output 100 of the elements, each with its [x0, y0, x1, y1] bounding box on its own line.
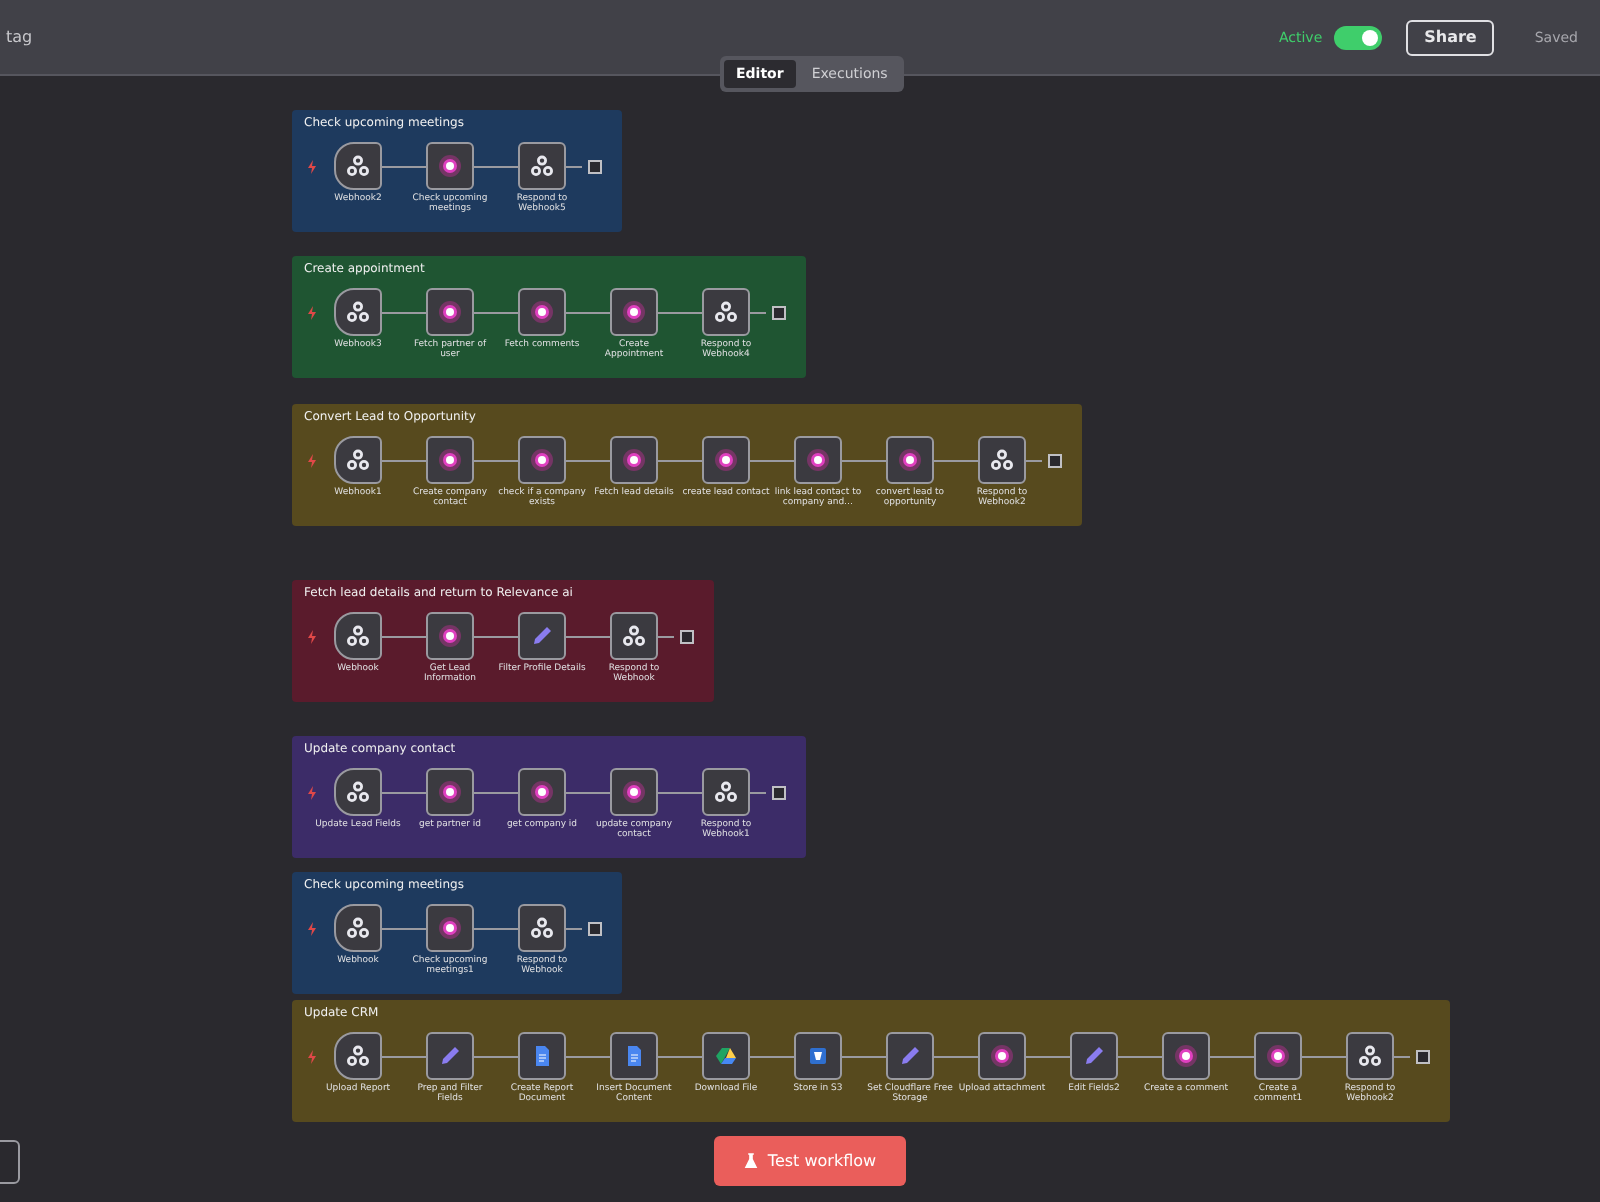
glowing-dot-icon — [438, 300, 462, 324]
add-node-handle[interactable] — [588, 922, 602, 936]
workflow-node[interactable] — [426, 612, 474, 660]
webhook-icon — [714, 780, 738, 804]
workflow-node[interactable] — [334, 1032, 382, 1080]
workflow-node[interactable] — [518, 1032, 566, 1080]
workflow-node[interactable] — [794, 1032, 842, 1080]
glowing-dot-icon — [622, 448, 646, 472]
workflow-node[interactable] — [426, 904, 474, 952]
workflow-node[interactable] — [334, 768, 382, 816]
trigger-icon — [308, 630, 316, 644]
glowing-dot-icon — [438, 624, 462, 648]
glowing-dot-icon — [438, 154, 462, 178]
glowing-dot-icon — [530, 780, 554, 804]
workflow-node[interactable] — [702, 768, 750, 816]
document-icon — [622, 1044, 646, 1068]
add-node-handle[interactable] — [772, 786, 786, 800]
webhook-icon — [346, 300, 370, 324]
share-button[interactable]: Share — [1406, 19, 1495, 55]
trigger-icon — [308, 454, 316, 468]
workflow-node[interactable] — [702, 288, 750, 336]
workflow-node[interactable] — [702, 436, 750, 484]
glowing-dot-icon — [714, 448, 738, 472]
flask-icon — [743, 1152, 758, 1170]
workflow-node[interactable] — [978, 1032, 1026, 1080]
workflow-node[interactable] — [610, 288, 658, 336]
workflow-node[interactable] — [610, 612, 658, 660]
pencil-icon — [898, 1044, 922, 1068]
webhook-icon — [990, 448, 1014, 472]
active-toggle[interactable] — [1334, 25, 1383, 49]
test-workflow-button[interactable]: Test workflow — [714, 1136, 906, 1186]
glowing-dot-icon — [622, 780, 646, 804]
tag-label[interactable]: tag — [6, 28, 33, 46]
workflow-node[interactable] — [518, 288, 566, 336]
add-node-handle[interactable] — [588, 160, 602, 174]
pencil-icon — [438, 1044, 462, 1068]
workflow-node[interactable] — [518, 904, 566, 952]
workflow-node[interactable] — [886, 1032, 934, 1080]
trigger-icon — [308, 160, 316, 174]
workflow-node[interactable] — [610, 1032, 658, 1080]
webhook-icon — [346, 624, 370, 648]
webhook-icon — [530, 154, 554, 178]
workflow-node[interactable] — [1070, 1032, 1118, 1080]
trigger-icon — [308, 1050, 316, 1064]
zoom-button[interactable] — [0, 1140, 20, 1184]
glowing-dot-icon — [438, 916, 462, 940]
workflow-node[interactable] — [610, 436, 658, 484]
workflow-node[interactable] — [518, 768, 566, 816]
glowing-dot-icon — [438, 448, 462, 472]
trigger-icon — [308, 922, 316, 936]
workflow-node[interactable] — [1346, 1032, 1394, 1080]
glowing-dot-icon — [898, 448, 922, 472]
workflow-node[interactable] — [518, 142, 566, 190]
webhook-icon — [346, 448, 370, 472]
workflow-node[interactable] — [334, 436, 382, 484]
add-node-handle[interactable] — [772, 306, 786, 320]
glowing-dot-icon — [530, 300, 554, 324]
workflow-node[interactable] — [334, 612, 382, 660]
webhook-icon — [1358, 1044, 1382, 1068]
workflow-node[interactable] — [426, 288, 474, 336]
webhook-icon — [346, 780, 370, 804]
workflow-node[interactable] — [518, 436, 566, 484]
bucket-icon — [806, 1044, 830, 1068]
workflow-node[interactable] — [426, 436, 474, 484]
workflow-node[interactable] — [518, 612, 566, 660]
workflow-node[interactable] — [334, 288, 382, 336]
pencil-icon — [530, 624, 554, 648]
workflow-node[interactable] — [426, 1032, 474, 1080]
glowing-dot-icon — [806, 448, 830, 472]
glowing-dot-icon — [1266, 1044, 1290, 1068]
workflow-node[interactable] — [334, 142, 382, 190]
add-node-handle[interactable] — [1048, 454, 1062, 468]
workflow-node[interactable] — [794, 436, 842, 484]
glowing-dot-icon — [438, 780, 462, 804]
glowing-dot-icon — [530, 448, 554, 472]
webhook-icon — [622, 624, 646, 648]
pencil-icon — [1082, 1044, 1106, 1068]
workflow-node[interactable] — [334, 904, 382, 952]
webhook-icon — [714, 300, 738, 324]
glowing-dot-icon — [990, 1044, 1014, 1068]
workflow-node[interactable] — [1162, 1032, 1210, 1080]
workflow-node[interactable] — [610, 768, 658, 816]
add-node-handle[interactable] — [1416, 1050, 1430, 1064]
trigger-icon — [308, 306, 316, 320]
workflow-node[interactable] — [978, 436, 1026, 484]
glowing-dot-icon — [622, 300, 646, 324]
drive-icon — [714, 1044, 738, 1068]
webhook-icon — [346, 154, 370, 178]
workflow-node[interactable] — [886, 436, 934, 484]
workflow-node[interactable] — [426, 142, 474, 190]
document-icon — [530, 1044, 554, 1068]
glowing-dot-icon — [1174, 1044, 1198, 1068]
workflow-node[interactable] — [426, 768, 474, 816]
webhook-icon — [346, 916, 370, 940]
webhook-icon — [346, 1044, 370, 1068]
trigger-icon — [308, 786, 316, 800]
workflow-node[interactable] — [1254, 1032, 1302, 1080]
workflow-node[interactable] — [702, 1032, 750, 1080]
add-node-handle[interactable] — [680, 630, 694, 644]
webhook-icon — [530, 916, 554, 940]
